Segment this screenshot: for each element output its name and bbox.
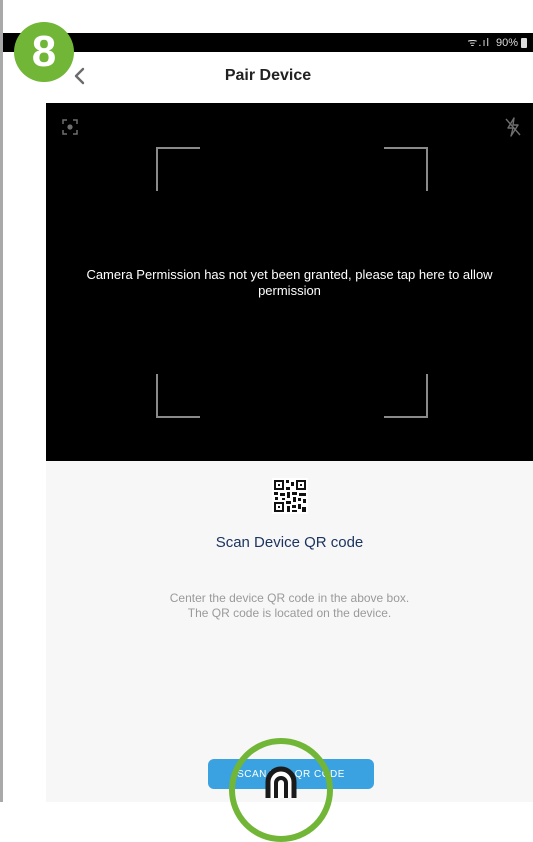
window-border [0,0,3,802]
flash-off-icon[interactable] [505,117,521,137]
permission-line: Camera Permission has not yet been grant… [86,267,493,282]
signal-icon: ᯤ.ıl [467,37,490,49]
scan-frame-corner [156,147,200,191]
scan-frame-corner [156,374,200,418]
battery-icon [521,37,527,48]
status-bar: ᯤ.ıl 90% [3,33,533,52]
instruction-line: The QR code is located on the device. [187,606,392,620]
page-title: Pair Device [224,67,312,84]
step-badge: 8 [14,22,74,82]
scan-title: Scan Device QR code [215,534,364,551]
scan-frame-corner [384,147,428,191]
header: Pair Device [3,52,533,102]
app-screen: ᯤ.ıl 90% 8 Pair Device Camera Permission… [0,0,533,842]
tap-gesture-icon [229,738,333,842]
qr-code-icon [272,478,308,514]
permission-line: permission [258,283,321,298]
scan-instructions: Center the device QR code in the above b… [46,591,533,621]
instruction-line: Center the device QR code in the above b… [169,591,410,605]
camera-preview[interactable]: Camera Permission has not yet been grant… [46,103,533,461]
scan-frame-corner [384,374,428,418]
camera-permission-message[interactable]: Camera Permission has not yet been grant… [66,267,513,299]
battery-level: 90% [495,36,518,49]
focus-icon[interactable] [62,119,78,135]
